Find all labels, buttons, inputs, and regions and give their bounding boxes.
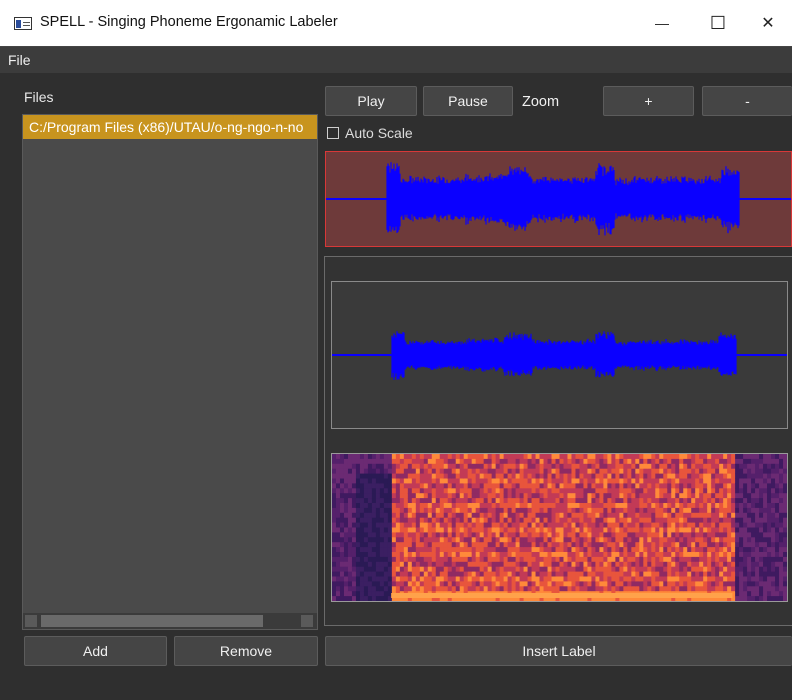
pause-button[interactable]: Pause xyxy=(423,86,513,116)
list-item[interactable]: C:/Program Files (x86)/UTAU/o-ng-ngo-n-n… xyxy=(23,115,317,139)
app-window-icon xyxy=(14,17,32,30)
spectrogram-graphic xyxy=(332,454,787,601)
zoom-in-button[interactable]: + xyxy=(603,86,694,116)
scrollbar-thumb[interactable] xyxy=(41,615,263,627)
waveform-view[interactable] xyxy=(331,281,788,429)
files-list[interactable]: C:/Program Files (x86)/UTAU/o-ng-ngo-n-n… xyxy=(22,114,318,630)
close-icon: ✕ xyxy=(761,15,775,32)
maximize-button[interactable]: ☐ xyxy=(690,0,746,46)
close-button[interactable]: ✕ xyxy=(740,0,792,46)
selected-waveform[interactable] xyxy=(325,151,792,247)
scroll-left-arrow[interactable] xyxy=(25,615,37,627)
files-label: Files xyxy=(24,89,54,105)
maximize-icon: ☐ xyxy=(709,12,727,33)
menu-file[interactable]: File xyxy=(8,52,31,68)
minimize-button[interactable]: — xyxy=(634,0,690,46)
waveform-graphic xyxy=(326,162,791,236)
scroll-right-arrow[interactable] xyxy=(301,615,313,627)
window-title: SPELL - Singing Phoneme Ergonamic Labele… xyxy=(40,14,338,30)
remove-button[interactable]: Remove xyxy=(174,636,318,666)
zoom-out-button[interactable]: - xyxy=(702,86,792,116)
checkbox-box[interactable] xyxy=(327,127,339,139)
minimize-icon: — xyxy=(655,15,669,31)
waveform-graphic xyxy=(332,331,787,380)
auto-scale-checkbox[interactable]: Auto Scale xyxy=(327,125,413,141)
play-button[interactable]: Play xyxy=(325,86,417,116)
spectrogram-view[interactable] xyxy=(331,453,788,602)
menu-bar: File xyxy=(0,46,792,73)
add-button[interactable]: Add xyxy=(24,636,167,666)
zoom-label: Zoom xyxy=(522,94,560,110)
insert-label-button[interactable]: Insert Label xyxy=(325,636,792,666)
title-bar: SPELL - Singing Phoneme Ergonamic Labele… xyxy=(0,0,792,46)
horizontal-scrollbar[interactable] xyxy=(23,613,317,629)
auto-scale-label: Auto Scale xyxy=(345,125,413,141)
